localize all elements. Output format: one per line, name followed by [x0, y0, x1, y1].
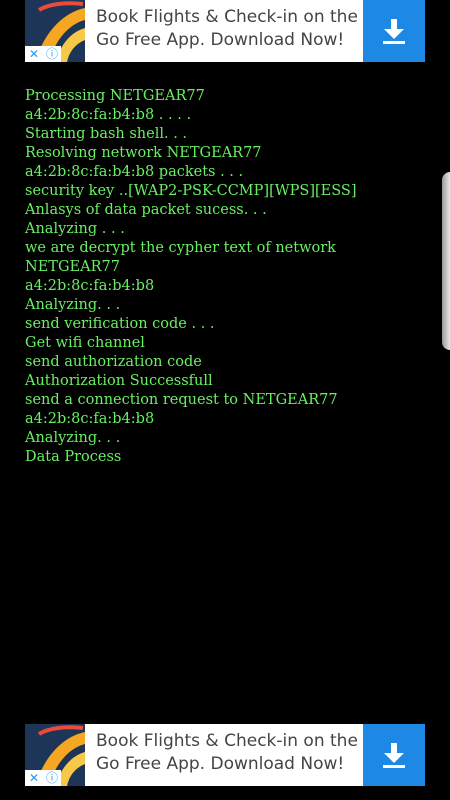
close-icon[interactable]: ✕ — [25, 46, 43, 62]
console-line: a4:2b:8c:fa:b4:b8 . . . . — [25, 107, 192, 123]
info-icon[interactable]: ⓘ — [43, 770, 61, 786]
download-button[interactable] — [363, 724, 425, 786]
console-line: Get wifi channel — [25, 335, 145, 351]
console-line: Analyzing. . . — [25, 297, 121, 313]
edge-panel-handle[interactable] — [442, 172, 450, 350]
console-line: Starting bash shell. . . — [25, 126, 188, 142]
ad-headline-line1: Book Flights & Check-in on the — [96, 731, 358, 751]
console-line: a4:2b:8c:fa:b4:b8 packets . . . — [25, 164, 244, 180]
bottom-ad-banner[interactable]: ✕ ⓘ Book Flights & Check-in on the Go Fr… — [25, 724, 425, 786]
console-line: Analyzing. . . — [25, 430, 121, 446]
console-line: a4:2b:8c:fa:b4:b8 — [25, 411, 155, 427]
console-output: Processing NETGEAR77 a4:2b:8c:fa:b4:b8 . … — [25, 87, 425, 467]
console-line: Processing NETGEAR77 — [25, 88, 205, 104]
console-line: Data Process — [25, 449, 122, 465]
download-arrow-icon — [383, 19, 405, 44]
console-line: security key ..[WAP2-PSK-CCMP][WPS][ESS] — [25, 183, 357, 199]
airline-logo-icon: ✕ ⓘ — [25, 724, 85, 786]
console-line: send authorization code — [25, 354, 202, 370]
console-line: Authorization Successfull — [25, 373, 213, 389]
app-screen: ✕ ⓘ Book Flights & Check-in on the Go Fr… — [0, 0, 450, 800]
console-line: Anlasys of data packet sucess. . . — [25, 202, 267, 218]
console-line: Analyzing . . . — [25, 221, 125, 237]
info-icon[interactable]: ⓘ — [43, 46, 61, 62]
download-button[interactable] — [363, 0, 425, 62]
ad-badges: ✕ ⓘ — [25, 46, 61, 62]
console-line: we are decrypt the cypher text of networ… — [25, 240, 336, 256]
airline-logo-icon: ✕ ⓘ — [25, 0, 85, 62]
console-line: a4:2b:8c:fa:b4:b8 — [25, 278, 155, 294]
ad-text[interactable]: Book Flights & Check-in on the Go Free A… — [85, 0, 363, 62]
download-arrow-icon — [383, 743, 405, 768]
console-line: Resolving network NETGEAR77 — [25, 145, 262, 161]
ad-headline-line2: Go Free App. Download Now! — [96, 30, 345, 50]
console-line: send a connection request to NETGEAR77 — [25, 392, 338, 408]
ad-headline-line2: Go Free App. Download Now! — [96, 754, 345, 774]
console-line: send verification code . . . — [25, 316, 215, 332]
top-ad-banner[interactable]: ✕ ⓘ Book Flights & Check-in on the Go Fr… — [25, 0, 425, 62]
console-line: NETGEAR77 — [25, 259, 120, 275]
ad-text[interactable]: Book Flights & Check-in on the Go Free A… — [85, 724, 363, 786]
close-icon[interactable]: ✕ — [25, 770, 43, 786]
ad-headline-line1: Book Flights & Check-in on the — [96, 7, 358, 27]
ad-badges: ✕ ⓘ — [25, 770, 61, 786]
